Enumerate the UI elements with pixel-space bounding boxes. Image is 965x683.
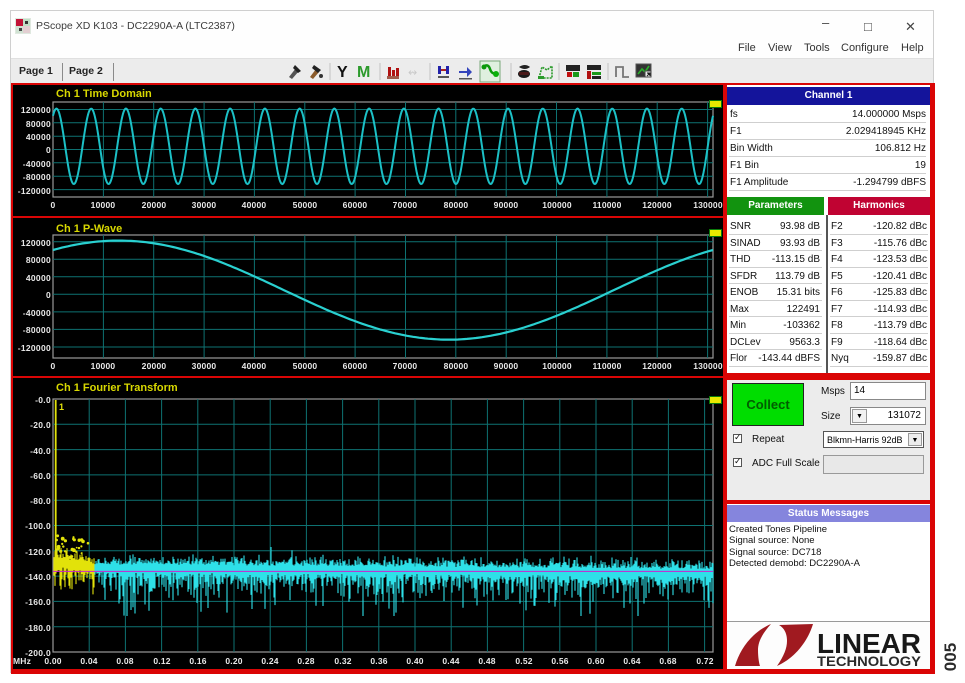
svg-text:1: 1	[59, 402, 64, 412]
svg-text:TECHNOLOGY: TECHNOLOGY	[817, 654, 921, 669]
